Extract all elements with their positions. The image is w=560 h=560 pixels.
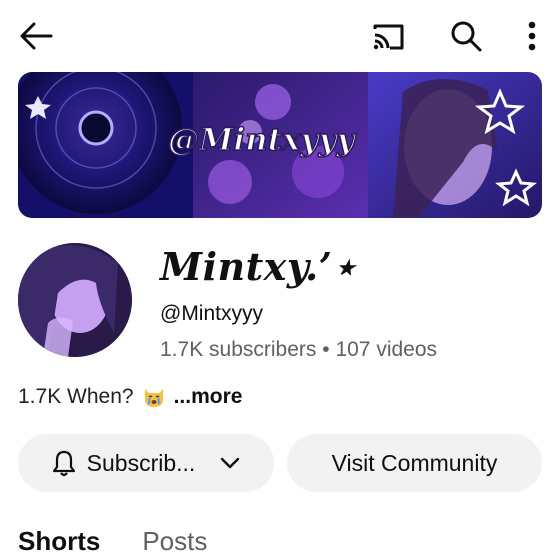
search-icon [451,21,482,52]
top-app-bar [0,0,560,72]
description-more-link[interactable]: ...more [174,385,243,409]
subscribe-label: Subscrib... [86,449,196,476]
channel-avatar[interactable] [18,243,132,357]
channel-banner[interactable]: @Mintxyyy [18,72,542,218]
stats-separator: • [322,338,330,361]
more-options-button[interactable] [512,14,552,58]
video-count: 107 videos [335,338,438,361]
channel-handle: @Mintxyyy [160,302,263,325]
tab-shorts[interactable]: Shorts [18,526,100,557]
cast-button[interactable] [364,16,412,56]
channel-stats: 1.7K subscribers • 107 videos [160,338,437,362]
chevron-down-icon [221,457,240,469]
banner-handle-text: @Mintxyyy [168,122,356,158]
cast-icon [373,24,404,50]
description-text: 1.7K When? [18,385,134,408]
bell-icon [52,450,75,477]
crying-cat-icon [144,389,163,407]
subscribe-button[interactable]: Subscrib... [18,434,274,492]
search-button[interactable] [442,14,490,58]
more-vert-icon [528,21,536,51]
visit-community-label: Visit Community [331,449,498,476]
channel-name: Mintxy.’⋆ [160,244,357,289]
tab-posts[interactable]: Posts [142,526,207,557]
back-button[interactable] [14,16,58,56]
channel-tabs: Shorts Posts [18,526,207,557]
arrow-left-icon [20,22,53,50]
subscriber-count: 1.7K subscribers [160,338,317,361]
channel-description[interactable]: 1.7K When? ...more [18,385,242,409]
visit-community-button[interactable]: Visit Community [287,434,542,492]
